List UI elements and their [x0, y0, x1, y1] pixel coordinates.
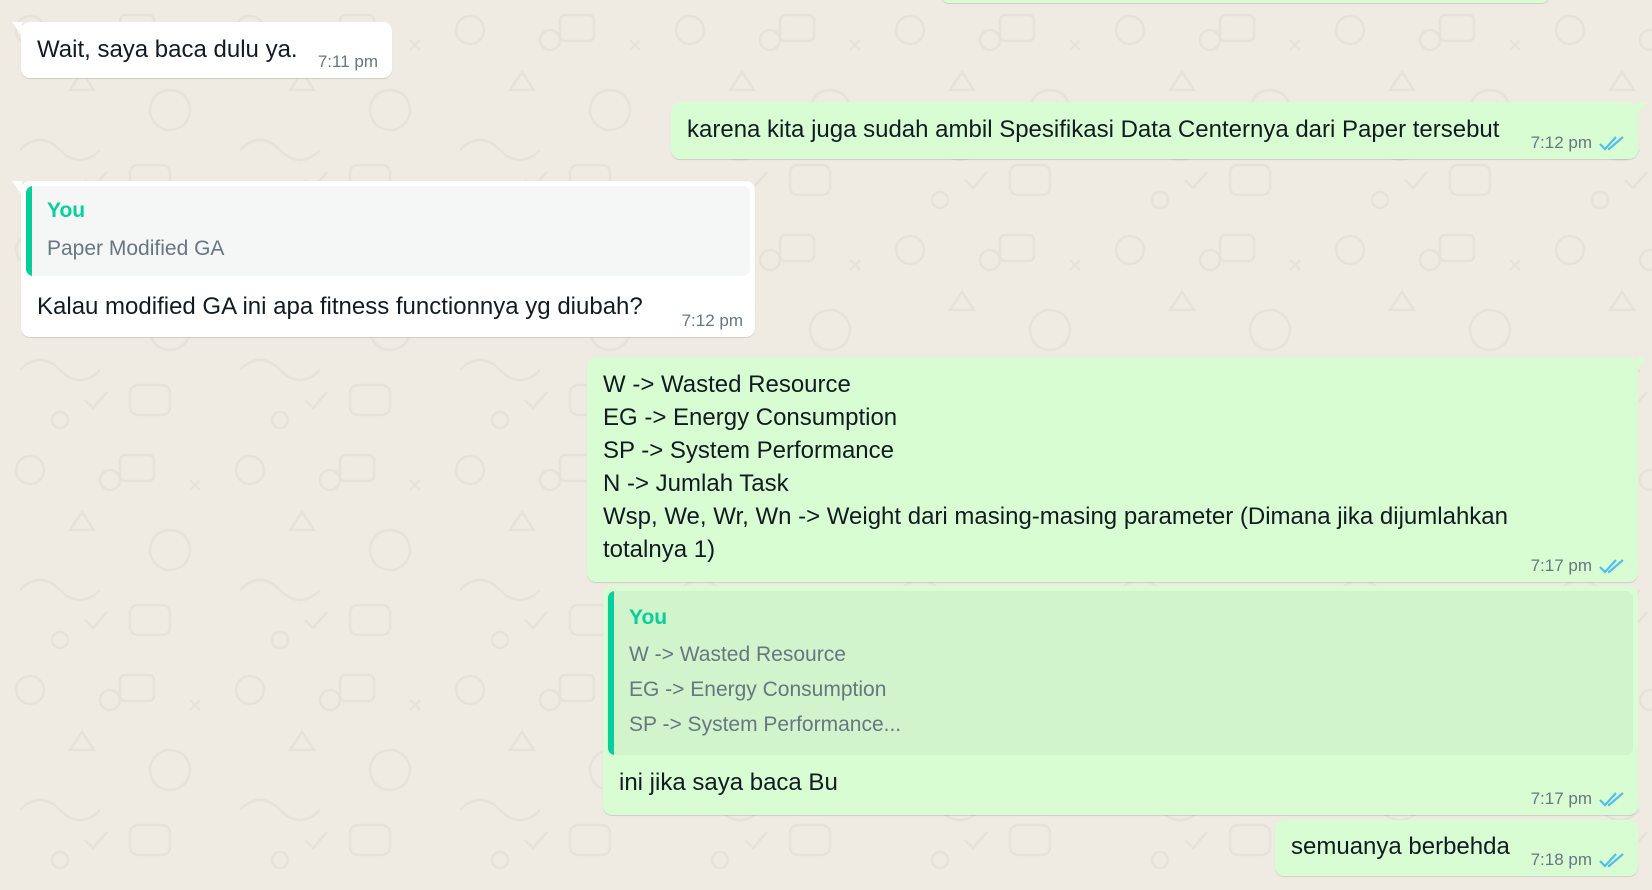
double-check-icon: [1599, 853, 1624, 868]
message-time: 7:17 pm: [1530, 789, 1592, 808]
quoted-message[interactable]: You Paper Modified GA: [26, 186, 750, 276]
bubble-tail: [12, 22, 22, 36]
quote-text: SP -> System Performance...: [629, 713, 902, 736]
double-check-icon: [1599, 136, 1624, 151]
quote-text: EG -> Energy Consumption: [629, 678, 887, 701]
message-text: semuanya berbehda: [1291, 833, 1510, 860]
message-meta: 7:17 pm: [1531, 789, 1626, 809]
message-text: Wait, saya baca dulu ya.: [37, 36, 298, 63]
quote-text: Paper Modified GA: [47, 237, 225, 260]
outgoing-reply-message[interactable]: You W -> Wasted Resource EG -> Energy Co…: [603, 586, 1638, 815]
quoted-message[interactable]: You W -> Wasted Resource EG -> Energy Co…: [608, 591, 1633, 755]
double-check-icon: [1599, 792, 1624, 807]
message-time: 7:12 pm: [681, 311, 743, 330]
quote-text: W -> Wasted Resource: [629, 643, 846, 666]
message-line: SP -> System Performance: [603, 437, 894, 464]
message-line: N -> Jumlah Task: [603, 470, 789, 497]
message-text: karena kita juga sudah ambil Spesifikasi…: [687, 116, 1500, 143]
message-meta: 7:12 pm: [682, 311, 743, 331]
chat-area: Wait, saya baca dulu ya. 7:11 pm karena …: [0, 0, 1652, 890]
message-time: 7:11 pm: [317, 52, 378, 71]
quote-author: You: [629, 606, 668, 629]
quote-accent-bar: [608, 591, 614, 755]
bubble-tail: [1637, 357, 1647, 371]
message-line: EG -> Energy Consumption: [603, 404, 898, 431]
outgoing-message[interactable]: karena kita juga sudah ambil Spesifikasi…: [671, 102, 1647, 159]
outgoing-message[interactable]: semuanya berbehda 7:18 pm: [1275, 820, 1638, 876]
previous-message-edge: [940, 0, 1550, 3]
outgoing-message[interactable]: W -> Wasted Resource EG -> Energy Consum…: [587, 357, 1647, 582]
message-line: W -> Wasted Resource: [603, 371, 851, 398]
message-text: ini jika saya baca Bu: [619, 769, 838, 796]
message-line: Wsp, We, Wr, Wn -> Weight dari masing-ma…: [603, 503, 1508, 530]
message-time: 7:17 pm: [1530, 556, 1592, 575]
double-check-icon: [1599, 559, 1624, 574]
message-text: Kalau modified GA ini apa fitness functi…: [37, 293, 643, 320]
quote-author: You: [47, 199, 86, 222]
message-meta: 7:12 pm: [1531, 133, 1626, 153]
message-meta: 7:11 pm: [318, 52, 378, 72]
incoming-reply-message[interactable]: You Paper Modified GA Kalau modified GA …: [12, 181, 755, 337]
message-time: 7:18 pm: [1530, 850, 1592, 869]
incoming-message[interactable]: Wait, saya baca dulu ya. 7:11 pm: [12, 22, 392, 78]
message-line: totalnya 1): [603, 536, 716, 563]
bubble-tail: [12, 181, 22, 195]
message-meta: 7:17 pm: [1531, 556, 1626, 576]
message-meta: 7:18 pm: [1531, 850, 1626, 870]
bubble-tail: [1637, 102, 1647, 116]
quote-accent-bar: [26, 186, 32, 276]
message-time: 7:12 pm: [1530, 133, 1592, 152]
